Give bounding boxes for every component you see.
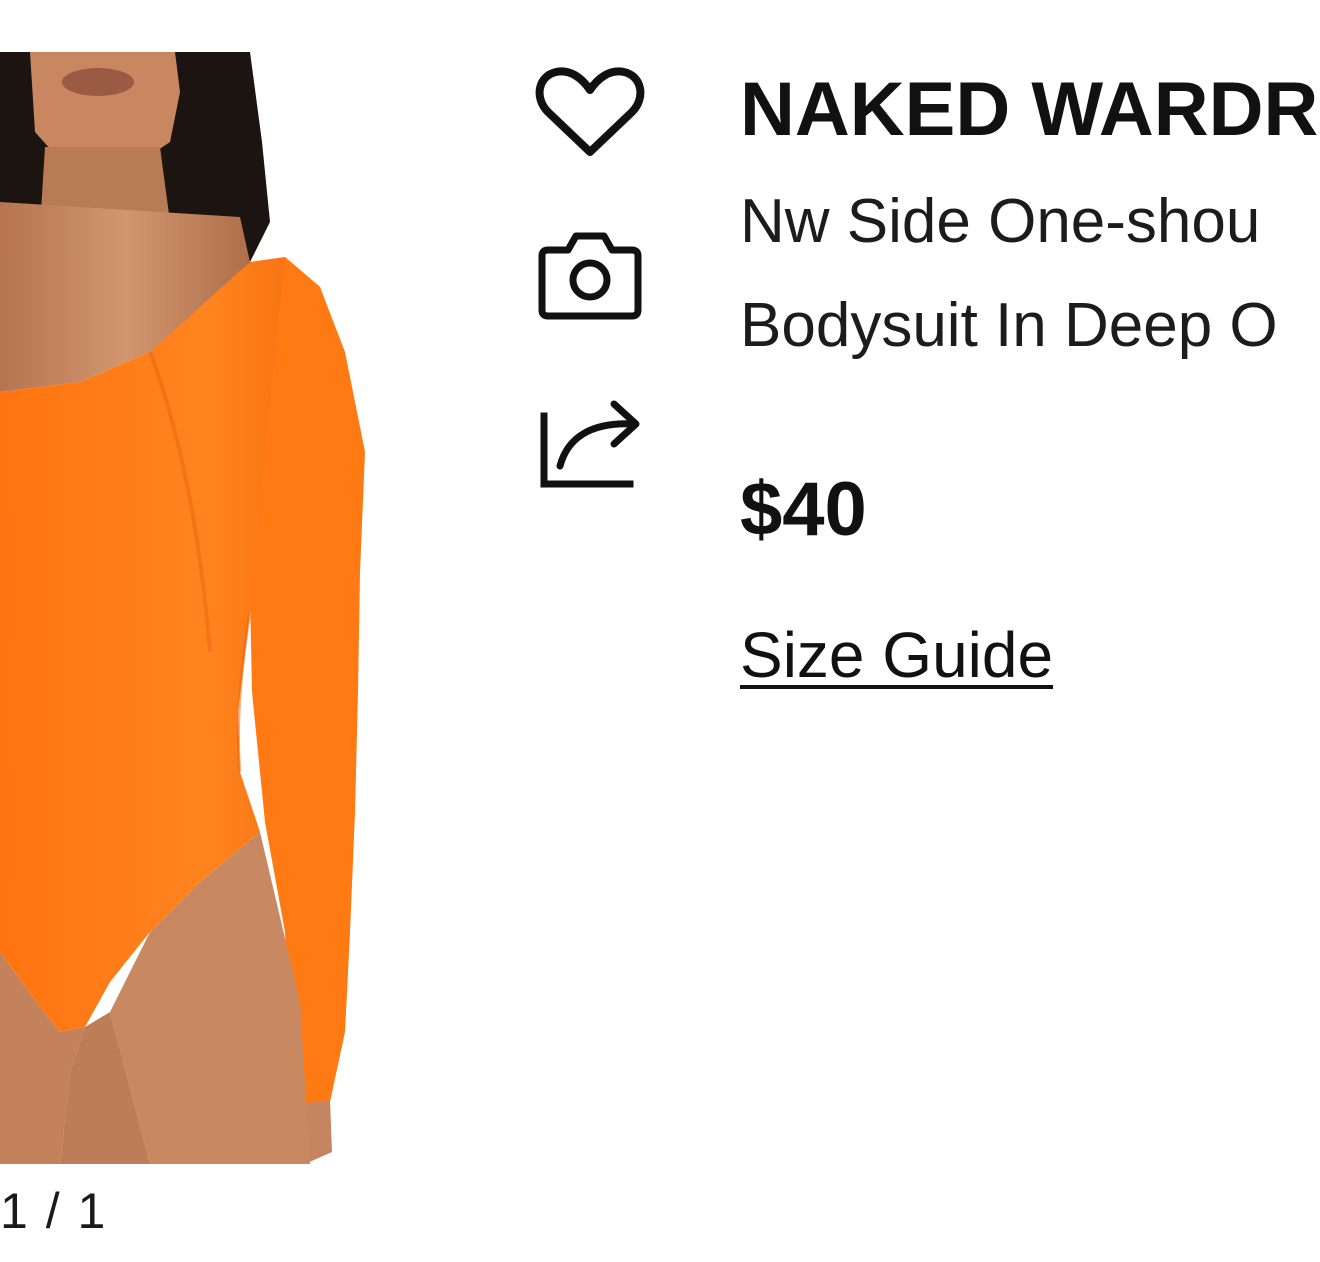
size-guide-link[interactable]: Size Guide: [740, 618, 1053, 692]
camera-search-button[interactable]: [532, 226, 648, 322]
product-price: $40: [740, 467, 867, 552]
product-page: 1 / 1 NAKED WARDR Nw Side One-shou Bodys…: [0, 0, 1320, 1262]
image-counter: 1 / 1: [0, 1183, 108, 1239]
product-title-line-1: Nw Side One-shou: [740, 187, 1261, 256]
camera-icon: [538, 232, 642, 320]
heart-icon: [535, 67, 645, 156]
product-image[interactable]: [0, 52, 380, 1164]
product-title-line-2: Bodysuit In Deep O: [740, 291, 1278, 360]
brand-name[interactable]: NAKED WARDR: [740, 66, 1318, 153]
favorite-button[interactable]: [532, 64, 648, 160]
share-icon: [540, 400, 640, 488]
share-button[interactable]: [532, 396, 648, 492]
